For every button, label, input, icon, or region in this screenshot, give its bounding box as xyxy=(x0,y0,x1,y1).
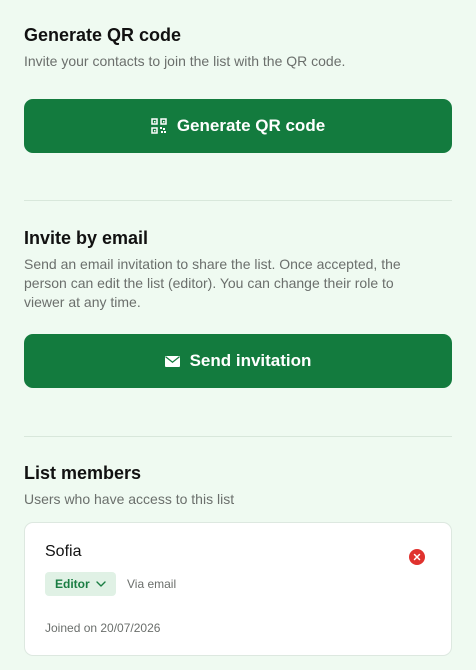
member-role-label: Editor xyxy=(55,577,90,591)
member-card: Sofia Editor Via email Joined on 20/07/2… xyxy=(24,522,452,656)
envelope-icon xyxy=(164,355,180,367)
member-invite-method: Via email xyxy=(127,577,177,591)
send-invitation-button[interactable]: Send invitation xyxy=(24,334,452,388)
qr-section-description-wrap: Invite your contacts to join the list wi… xyxy=(24,52,452,71)
remove-circle-icon xyxy=(413,553,421,561)
qr-section-description: Invite your contacts to join the list wi… xyxy=(24,53,346,69)
members-section: List members xyxy=(24,462,452,484)
qr-code-icon xyxy=(151,118,167,134)
chevron-down-icon xyxy=(95,581,106,587)
members-section-title: List members xyxy=(24,463,142,483)
send-invitation-button-label: Send invitation xyxy=(189,351,312,370)
section-divider xyxy=(24,436,452,437)
email-section: Invite by email xyxy=(24,227,452,249)
email-section-description-wrap: Send an email invitation to share the li… xyxy=(24,255,436,312)
qr-section-title: Generate QR code xyxy=(24,25,182,45)
member-joined-date: Joined on 20/07/2026 xyxy=(45,621,161,635)
members-section-description: Users who have access to this list xyxy=(24,491,235,507)
share-list-page: Generate QR code Invite your contacts to… xyxy=(0,0,476,670)
remove-member-button[interactable] xyxy=(409,549,425,565)
member-role-dropdown[interactable]: Editor xyxy=(45,572,116,596)
section-divider xyxy=(24,200,452,201)
generate-qr-button-label: Generate QR code xyxy=(176,116,326,135)
email-section-title: Invite by email xyxy=(24,228,149,248)
members-section-description-wrap: Users who have access to this list xyxy=(24,490,452,509)
email-section-description: Send an email invitation to share the li… xyxy=(24,256,401,310)
qr-section: Generate QR code xyxy=(24,24,452,46)
member-name: Sofia xyxy=(45,543,82,560)
generate-qr-button[interactable]: Generate QR code xyxy=(24,99,452,153)
